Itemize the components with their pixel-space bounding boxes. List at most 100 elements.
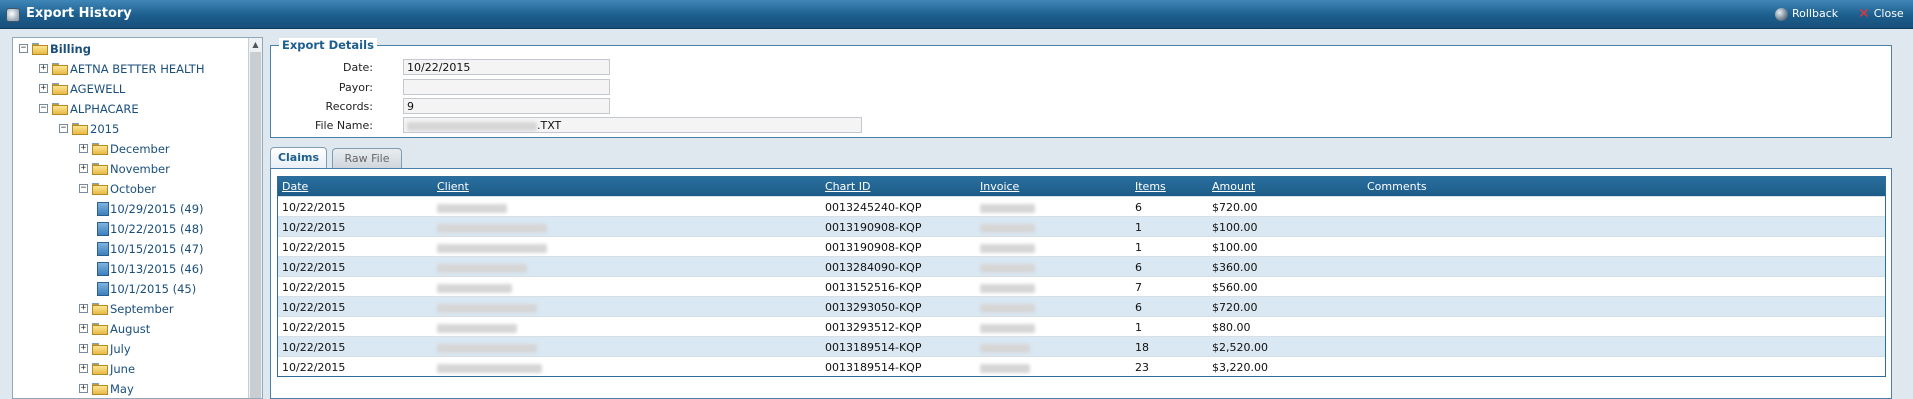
table-row[interactable]: 10/22/2015 0013190908-KQP 1 $100.00 xyxy=(278,216,1885,236)
redacted-text xyxy=(980,203,1035,213)
tree-node[interactable]: + July xyxy=(13,340,248,358)
tree-node-label: Billing xyxy=(50,42,91,56)
tree-node[interactable]: − ALPHACARE xyxy=(13,100,248,118)
cell-amount: $360.00 xyxy=(1212,261,1258,274)
filename-field[interactable]: .TXT xyxy=(403,117,862,133)
folder-icon xyxy=(92,343,108,355)
folder-icon xyxy=(92,383,108,395)
expand-icon[interactable]: + xyxy=(79,164,88,173)
cell-amount: $560.00 xyxy=(1212,281,1258,294)
col-amount-header[interactable]: Amount xyxy=(1212,180,1255,193)
folder-icon xyxy=(92,323,108,335)
table-row[interactable]: 10/22/2015 0013190908-KQP 1 $100.00 xyxy=(278,236,1885,256)
col-client-header[interactable]: Client xyxy=(437,180,469,193)
cell-items: 23 xyxy=(1135,361,1149,374)
folder-icon xyxy=(92,303,108,315)
collapse-icon[interactable]: − xyxy=(39,104,48,113)
table-row[interactable]: 10/22/2015 0013189514-KQP 23 $3,220.00 xyxy=(278,356,1885,376)
cell-date: 10/22/2015 xyxy=(282,281,346,294)
tree-node-label: August xyxy=(110,322,151,336)
tree-node[interactable]: + August xyxy=(13,320,248,338)
table-row[interactable]: 10/22/2015 0013284090-KQP 6 $360.00 xyxy=(278,256,1885,276)
records-field[interactable]: 9 xyxy=(403,98,610,114)
tree-node[interactable]: + November xyxy=(13,160,248,178)
table-row[interactable]: 10/22/2015 0013293050-KQP 6 $720.00 xyxy=(278,296,1885,316)
col-items-header[interactable]: Items xyxy=(1135,180,1166,193)
payor-field[interactable] xyxy=(403,79,610,95)
rollback-icon xyxy=(1775,7,1788,21)
table-row[interactable]: 10/22/2015 0013152516-KQP 7 $560.00 xyxy=(278,276,1885,296)
folder-icon xyxy=(52,83,68,95)
redacted-text xyxy=(437,323,517,333)
tree-node[interactable]: − October xyxy=(13,180,248,198)
table-row[interactable]: 10/22/2015 0013189514-KQP 18 $2,520.00 xyxy=(278,336,1885,356)
tree-node[interactable]: 10/1/2015 (45) xyxy=(13,280,248,298)
folder-icon xyxy=(52,63,68,75)
expand-icon[interactable]: + xyxy=(79,144,88,153)
cell-items: 6 xyxy=(1135,261,1142,274)
tree-node[interactable]: + September xyxy=(13,300,248,318)
cell-client xyxy=(437,261,527,274)
cell-items: 1 xyxy=(1135,221,1142,234)
table-row[interactable]: 10/22/2015 0013245240-KQP 6 $720.00 xyxy=(278,196,1885,216)
scroll-up-icon[interactable]: ▲ xyxy=(249,38,262,52)
expand-icon[interactable]: + xyxy=(79,344,88,353)
tree-node-label: 10/29/2015 (49) xyxy=(110,202,204,216)
cell-date: 10/22/2015 xyxy=(282,261,346,274)
tree-node[interactable]: + May xyxy=(13,380,248,398)
rollback-button[interactable]: Rollback xyxy=(1775,7,1838,21)
col-date-header[interactable]: Date xyxy=(282,180,308,193)
expand-icon[interactable]: + xyxy=(79,364,88,373)
cell-amount: $100.00 xyxy=(1212,241,1258,254)
expand-icon[interactable]: + xyxy=(79,304,88,313)
tree-node[interactable]: 10/22/2015 (48) xyxy=(13,220,248,238)
cell-client xyxy=(437,221,547,234)
cell-amount: $720.00 xyxy=(1212,201,1258,214)
tree-node[interactable]: 10/29/2015 (49) xyxy=(13,200,248,218)
cell-chart-id: 0013189514-KQP xyxy=(825,361,922,374)
tree-node[interactable]: + December xyxy=(13,140,248,158)
tree-node[interactable]: − 2015 xyxy=(13,120,248,138)
expand-icon[interactable]: + xyxy=(79,324,88,333)
expand-icon[interactable]: + xyxy=(79,384,88,393)
tree-node[interactable]: + June xyxy=(13,360,248,378)
redacted-text xyxy=(980,303,1035,313)
cell-invoice xyxy=(980,361,1030,374)
tree-node-label: ALPHACARE xyxy=(70,102,139,116)
expand-icon[interactable]: + xyxy=(39,84,48,93)
tree-node-label: AETNA BETTER HEALTH xyxy=(70,62,205,76)
collapse-icon[interactable]: − xyxy=(59,124,68,133)
tree-node-label: December xyxy=(110,142,170,156)
cell-chart-id: 0013190908-KQP xyxy=(825,241,922,254)
cell-items: 1 xyxy=(1135,241,1142,254)
date-field[interactable]: 10/22/2015 xyxy=(403,59,610,75)
close-button[interactable]: ✕ Close xyxy=(1858,7,1904,21)
tree-node[interactable]: + AGEWELL xyxy=(13,80,248,98)
folder-icon xyxy=(92,163,108,175)
tab-raw-file[interactable]: Raw File xyxy=(332,148,402,169)
claims-grid-header: Date Client Chart ID Invoice Items Amount Comm… xyxy=(278,177,1885,196)
expand-icon[interactable]: + xyxy=(39,64,48,73)
table-row[interactable]: 10/22/2015 0013293512-KQP 1 $80.00 xyxy=(278,316,1885,336)
filename-label: File Name: xyxy=(314,119,373,132)
tree-node[interactable]: − Billing xyxy=(13,40,248,58)
tab-claims[interactable]: Claims xyxy=(270,147,327,170)
export-file-icon xyxy=(97,242,109,256)
export-tree-panel: − Billing + AETNA BETTER HEALTH + AGEWELL − ALP… xyxy=(12,37,263,399)
cell-date: 10/22/2015 xyxy=(282,221,346,234)
cell-chart-id: 0013189514-KQP xyxy=(825,341,922,354)
cell-invoice xyxy=(980,241,1035,254)
tree-node[interactable]: + AETNA BETTER HEALTH xyxy=(13,60,248,78)
collapse-icon[interactable]: − xyxy=(79,184,88,193)
cell-date: 10/22/2015 xyxy=(282,361,346,374)
close-label: Close xyxy=(1873,7,1904,20)
tree-node[interactable]: 10/15/2015 (47) xyxy=(13,240,248,258)
cell-items: 18 xyxy=(1135,341,1149,354)
col-chart-id-header[interactable]: Chart ID xyxy=(825,180,870,193)
redacted-text xyxy=(980,263,1035,273)
tree-node[interactable]: 10/13/2015 (46) xyxy=(13,260,248,278)
redacted-text xyxy=(437,303,537,313)
tree-node-label: June xyxy=(110,362,136,376)
col-invoice-header[interactable]: Invoice xyxy=(980,180,1019,193)
collapse-icon[interactable]: − xyxy=(19,44,28,53)
